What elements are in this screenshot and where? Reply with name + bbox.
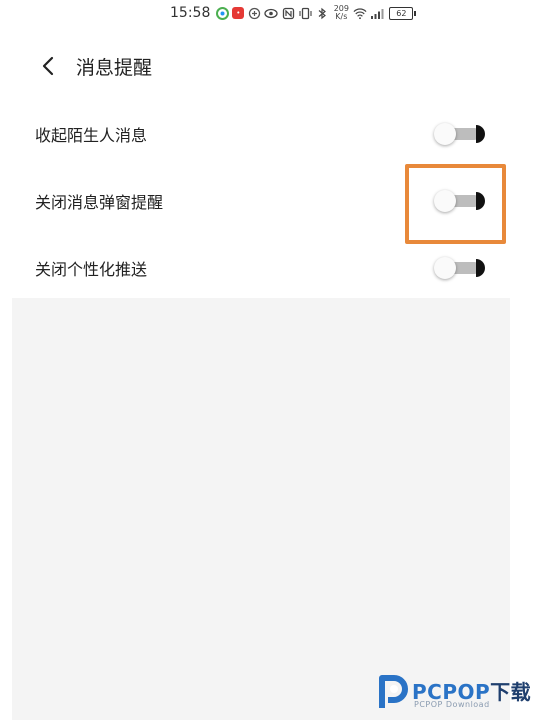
chevron-left-icon	[42, 56, 54, 76]
status-bar: 15:58 • 209 K/s 62	[170, 2, 417, 24]
wifi-icon	[353, 6, 367, 20]
setting-label: 关闭个性化推送	[35, 260, 148, 279]
battery-level: 62	[396, 8, 407, 18]
pcpop-logo-icon	[379, 675, 408, 708]
eye-icon	[264, 6, 279, 20]
disable-personalized-push-toggle[interactable]	[434, 257, 486, 279]
watermark-subtitle: PCPOP Download	[414, 700, 490, 709]
nfc-icon	[281, 6, 295, 20]
collapse-stranger-messages-toggle[interactable]	[434, 123, 486, 145]
setting-row-disable-personalized-push: 关闭个性化推送	[0, 248, 541, 288]
highlight-box	[405, 164, 506, 244]
page-title: 消息提醒	[76, 56, 153, 79]
vibrate-icon	[298, 6, 312, 20]
signal-icon	[370, 6, 384, 20]
setting-label: 关闭消息弹窗提醒	[35, 193, 164, 212]
back-button[interactable]	[26, 44, 70, 88]
setting-row-collapse-stranger-messages: 收起陌生人消息	[0, 114, 541, 154]
network-speed-unit: K/s	[335, 12, 348, 21]
setting-label: 收起陌生人消息	[35, 126, 148, 145]
network-speed: 209 K/s	[332, 5, 350, 21]
battery-icon: 62	[389, 6, 417, 20]
bluetooth-icon	[315, 6, 329, 20]
message-icon	[247, 6, 261, 20]
toggle-knob	[434, 123, 456, 145]
page-header: 消息提醒	[0, 44, 541, 88]
toggle-endcap	[476, 125, 485, 143]
toggle-endcap	[476, 259, 485, 277]
watermark-brand-cn: 下载	[490, 680, 532, 704]
status-time: 15:58	[170, 5, 211, 21]
app-icon	[215, 6, 229, 20]
empty-content-panel	[12, 298, 510, 720]
watermark: PCPOP下载 PCPOP Download	[372, 670, 537, 714]
notification-icon: •	[232, 7, 245, 19]
toggle-knob	[434, 257, 456, 279]
